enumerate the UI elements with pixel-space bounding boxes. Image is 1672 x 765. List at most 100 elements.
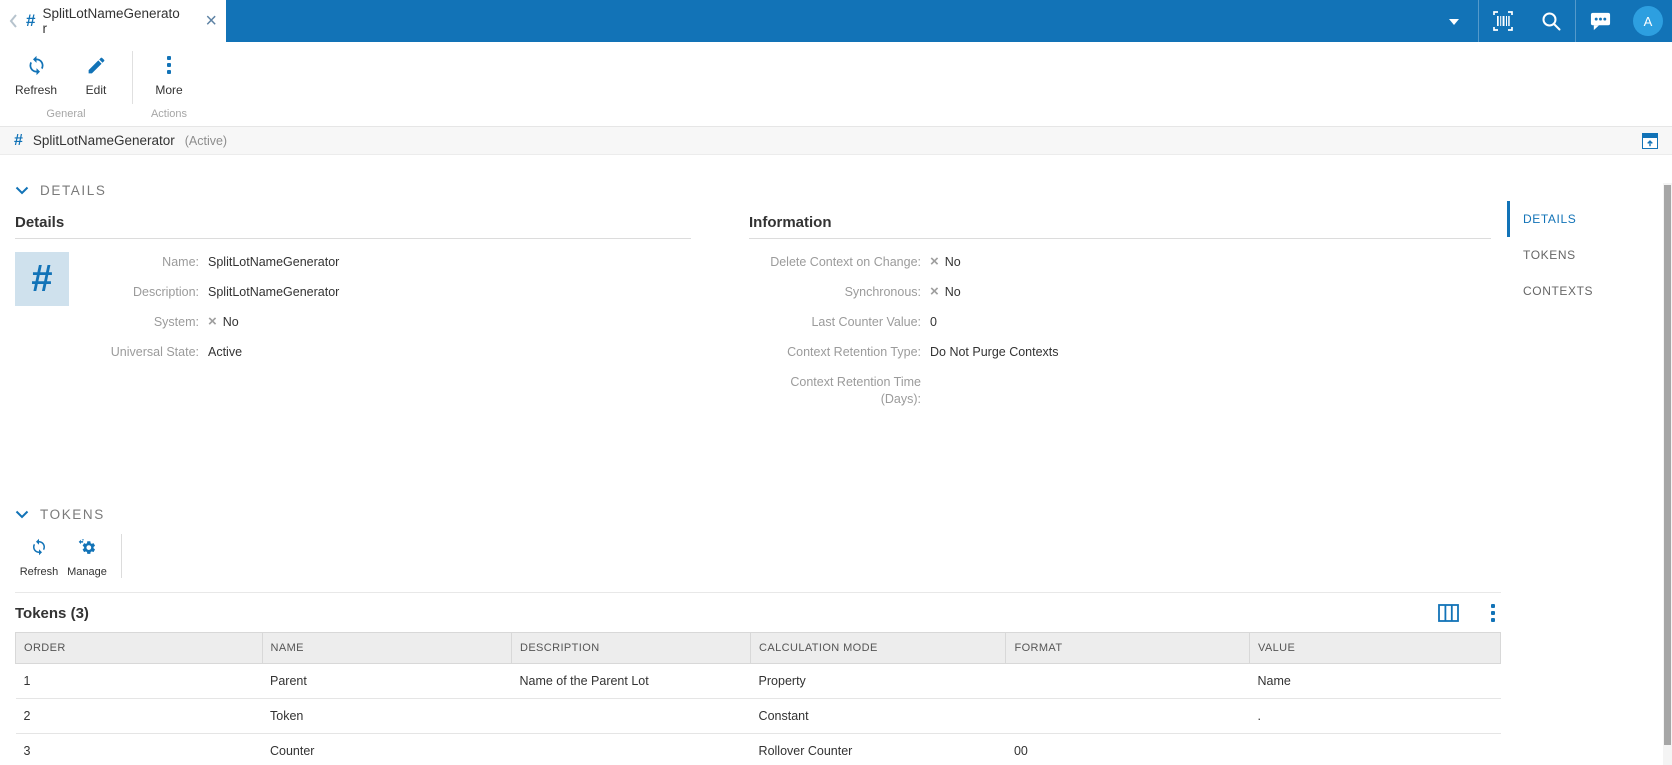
field-system: System: × No xyxy=(69,314,691,331)
table-row[interactable]: 3 Counter Rollover Counter 00 xyxy=(15,733,1501,765)
field-value: No xyxy=(944,255,961,269)
app-window: # SplitLotNameGenerator × A Refresh Edit… xyxy=(0,0,1672,765)
section-header-tokens[interactable]: TOKENS xyxy=(15,507,1501,522)
cell-order: 1 xyxy=(15,663,262,699)
tokens-table: ORDER NAME DESCRIPTION CALCULATION MODE … xyxy=(15,632,1502,765)
details-panel-title: Details xyxy=(15,214,691,239)
messages-button[interactable] xyxy=(1576,0,1624,42)
edit-label: Edit xyxy=(85,83,107,97)
scrollbar-thumb[interactable] xyxy=(1664,185,1671,745)
cell-value: Name xyxy=(1249,663,1501,699)
no-cross-icon: × xyxy=(208,313,217,330)
tokens-manage-button[interactable]: Manage xyxy=(63,534,111,578)
ribbon-toolbar: Refresh Edit General More Actions xyxy=(0,42,1672,126)
cell-calculation-mode: Constant xyxy=(750,698,1006,734)
field-value: Do Not Purge Contexts xyxy=(930,345,1059,359)
field-value: 0 xyxy=(930,315,937,329)
more-button[interactable]: More xyxy=(139,53,199,108)
back-chevron-icon[interactable] xyxy=(8,13,19,29)
name-generator-icon: # xyxy=(14,131,23,149)
field-name: Name: SplitLotNameGenerator xyxy=(69,254,691,271)
section-header-details[interactable]: DETAILS xyxy=(15,183,1501,198)
cell-order: 2 xyxy=(15,698,262,734)
table-row[interactable]: 1 Parent Name of the Parent Lot Property… xyxy=(15,663,1501,699)
entity-title: SplitLotNameGenerator xyxy=(32,133,175,148)
nav-item-contexts[interactable]: CONTEXTS xyxy=(1507,273,1663,309)
toolbar-separator xyxy=(121,534,122,578)
cell-format xyxy=(1005,663,1250,699)
entity-header-bar: # SplitLotNameGenerator (Active) xyxy=(0,126,1672,155)
field-description: Description: SplitLotNameGenerator xyxy=(69,284,691,301)
expand-up-icon xyxy=(1642,132,1658,149)
column-header-format[interactable]: FORMAT xyxy=(1005,632,1250,664)
dropdown-caret[interactable] xyxy=(1430,0,1478,42)
tokens-manage-label: Manage xyxy=(67,566,107,578)
nav-item-tokens[interactable]: TOKENS xyxy=(1507,237,1663,273)
column-header-description[interactable]: DESCRIPTION xyxy=(510,632,752,664)
field-label: Context Retention Type: xyxy=(787,345,921,359)
ribbon-group-label-actions: Actions xyxy=(150,108,188,120)
cell-name: Counter xyxy=(262,733,512,765)
column-header-order[interactable]: ORDER xyxy=(15,632,263,664)
tokens-table-title: Tokens (3) xyxy=(15,604,89,622)
ribbon-separator xyxy=(132,51,133,104)
cell-description xyxy=(511,733,751,765)
cell-value xyxy=(1249,733,1501,765)
name-generator-icon: # xyxy=(26,11,36,30)
close-tab-icon[interactable]: × xyxy=(205,11,217,31)
cell-calculation-mode: Property xyxy=(750,663,1006,699)
field-value: SplitLotNameGenerator xyxy=(208,255,340,269)
field-delete-context-on-change: Delete Context on Change: × No xyxy=(749,254,1491,271)
information-panel-title: Information xyxy=(749,214,1491,239)
edit-button[interactable]: Edit xyxy=(66,53,126,108)
field-universal-state: Universal State: Active xyxy=(69,344,691,361)
nav-item-details[interactable]: DETAILS xyxy=(1507,201,1663,237)
field-context-retention-time: Context Retention Time (Days): xyxy=(749,374,1491,408)
field-value: SplitLotNameGenerator xyxy=(208,285,340,299)
barcode-scanner-button[interactable] xyxy=(1479,0,1527,42)
section-details-label: DETAILS xyxy=(40,183,107,198)
column-header-calculation-mode[interactable]: CALCULATION MODE xyxy=(750,632,1007,664)
tokens-section: TOKENS Refresh Manage Tokens (3) ORDER N… xyxy=(15,507,1502,765)
cell-order: 3 xyxy=(15,733,262,765)
table-row[interactable]: 2 Token Constant . xyxy=(15,698,1501,734)
cell-format: 00 xyxy=(1005,733,1250,765)
table-menu-kebab-icon[interactable] xyxy=(1491,604,1495,622)
chevron-down-icon xyxy=(15,510,29,519)
cell-description: Name of the Parent Lot xyxy=(511,663,751,699)
tokens-refresh-button[interactable]: Refresh xyxy=(15,534,63,578)
field-label: Universal State: xyxy=(110,345,199,359)
column-chooser-icon[interactable] xyxy=(1438,604,1459,622)
column-header-value[interactable]: VALUE xyxy=(1248,632,1502,664)
field-label: Synchronous: xyxy=(844,285,921,299)
cell-format xyxy=(1005,698,1250,734)
field-label: Delete Context on Change: xyxy=(770,255,921,269)
entity-state-badge: (Active) xyxy=(184,133,228,148)
expand-panel-button[interactable] xyxy=(1642,132,1658,149)
field-label: Description: xyxy=(133,285,199,299)
search-icon xyxy=(1542,12,1561,31)
field-last-counter-value: Last Counter Value: 0 xyxy=(749,314,1491,331)
cell-value: . xyxy=(1249,698,1501,734)
column-header-name[interactable]: NAME xyxy=(261,632,512,664)
tab-title: SplitLotNameGenerator xyxy=(42,6,180,36)
tokens-refresh-label: Refresh xyxy=(19,566,59,578)
ribbon-group-general: Refresh Edit General xyxy=(6,42,126,126)
user-avatar[interactable]: A xyxy=(1624,0,1672,42)
entity-tab[interactable]: # SplitLotNameGenerator × xyxy=(0,0,226,42)
chat-icon xyxy=(1590,12,1610,31)
field-label: Last Counter Value: xyxy=(811,315,921,329)
table-header-row: ORDER NAME DESCRIPTION CALCULATION MODE … xyxy=(15,632,1502,664)
more-kebab-icon xyxy=(167,53,171,77)
chevron-down-icon xyxy=(15,186,29,195)
top-bar: # SplitLotNameGenerator × A xyxy=(0,0,1672,42)
search-button[interactable] xyxy=(1527,0,1575,42)
no-cross-icon: × xyxy=(930,283,939,300)
vertical-scrollbar[interactable] xyxy=(1663,183,1672,765)
details-panels-row: Details # Name: SplitLotNameGenerator De… xyxy=(15,214,1501,421)
edit-pencil-icon xyxy=(86,53,107,77)
cell-description xyxy=(511,698,751,734)
page-content: DETAILS Details # Name: SplitLotNameGene… xyxy=(0,183,1672,765)
cell-calculation-mode: Rollover Counter xyxy=(750,733,1006,765)
refresh-button[interactable]: Refresh xyxy=(6,53,66,108)
